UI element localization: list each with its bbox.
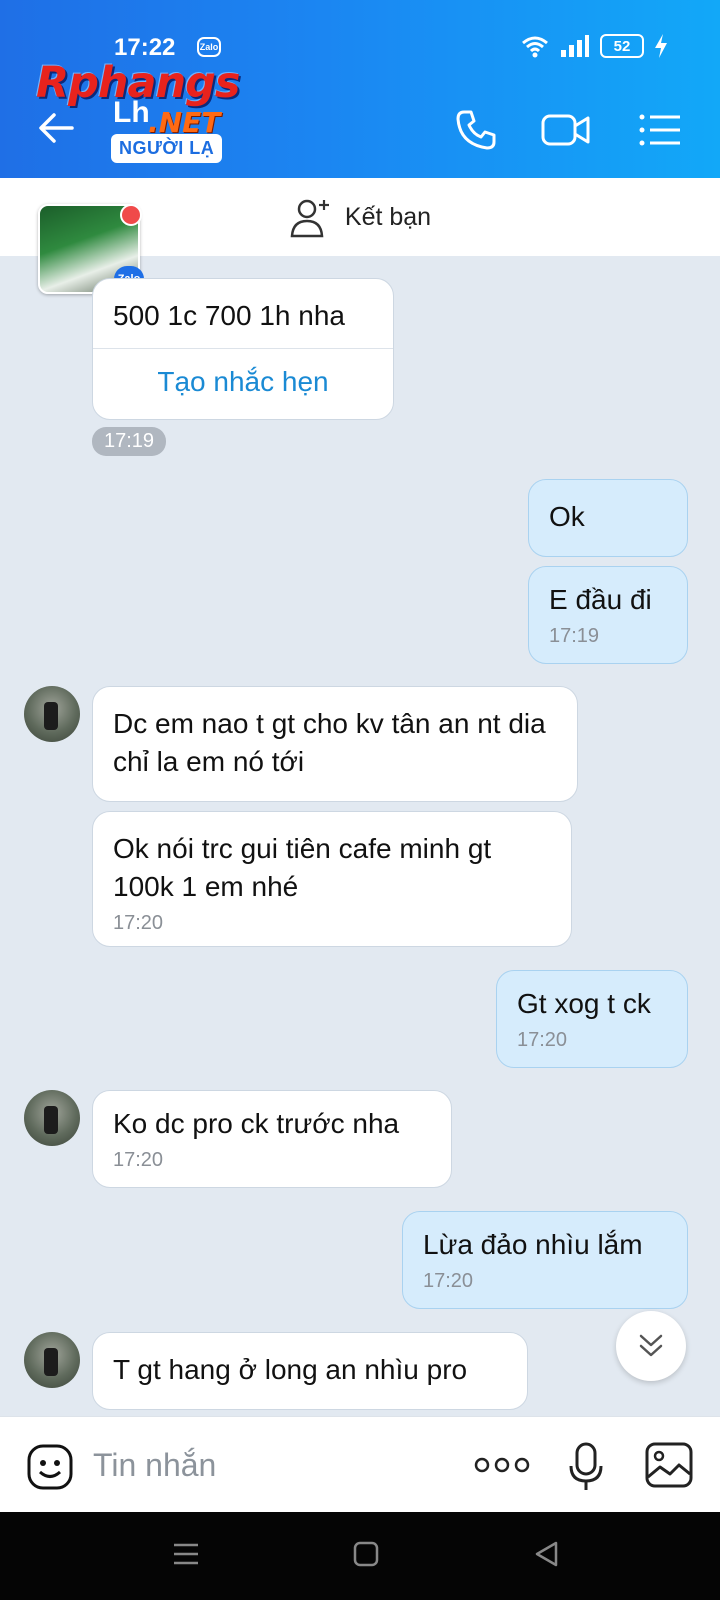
message-time: 17:20	[423, 1270, 474, 1292]
add-friend-label: Kết bạn	[344, 202, 432, 231]
message-bubble-outgoing[interactable]: Ok	[528, 479, 688, 557]
battery-indicator: 52	[600, 34, 644, 58]
recent-apps-icon[interactable]	[172, 1540, 200, 1568]
message-bubble-outgoing[interactable]: Lừa đảo nhìu lắm 17:20	[402, 1211, 688, 1309]
status-icons: 52	[520, 34, 668, 58]
message-text: Gt xog t ck	[517, 988, 651, 1019]
message-text: Lừa đảo nhìu lắm	[423, 1229, 643, 1260]
system-navigation-bar	[0, 1512, 720, 1600]
message-time: 17:20	[113, 912, 164, 934]
microphone-icon[interactable]	[566, 1441, 606, 1493]
sticker-emoji-icon[interactable]	[26, 1443, 74, 1491]
watermark-logo: Rphangs	[36, 58, 241, 108]
message-input[interactable]: Tin nhắn	[93, 1447, 216, 1484]
message-text: E đầu đi	[549, 584, 652, 615]
home-icon[interactable]	[352, 1540, 380, 1568]
zalo-notification-icon: Zalo	[197, 37, 221, 57]
message-input-bar: Tin nhắn	[0, 1416, 720, 1512]
message-bubble-outgoing[interactable]: E đầu đi 17:19	[528, 566, 688, 664]
message-text: 500 1c 700 1h nha	[113, 300, 345, 331]
message-text: Dc em nao t gt cho kv tân an nt dia chỉ …	[113, 708, 546, 777]
message-bubble-incoming[interactable]: Ko dc pro ck trước nha 17:20	[92, 1090, 452, 1188]
back-nav-icon[interactable]	[532, 1540, 560, 1568]
signal-icon	[561, 35, 589, 57]
video-call-icon[interactable]	[540, 106, 592, 154]
create-reminder-button[interactable]: Tạo nhắc hẹn	[93, 349, 393, 401]
divider	[93, 348, 393, 349]
timestamp-chip: 17:19	[92, 427, 167, 456]
message-bubble-outgoing[interactable]: Gt xog t ck 17:20	[496, 970, 688, 1068]
message-bubble-incoming[interactable]: 500 1c 700 1h nha Tạo nhắc hẹn	[92, 278, 394, 420]
message-time: 17:19	[549, 625, 600, 647]
menu-list-icon[interactable]	[636, 106, 684, 154]
message-bubble-incoming[interactable]: Dc em nao t gt cho kv tân an nt dia chỉ …	[92, 686, 578, 802]
message-text: Ok nói trc gui tiên cafe minh gt 100k 1 …	[113, 833, 492, 902]
message-text: Ko dc pro ck trước nha	[113, 1108, 400, 1139]
message-text: Ok	[549, 501, 585, 532]
message-bubble-incoming[interactable]: Ok nói trc gui tiên cafe minh gt 100k 1 …	[92, 811, 572, 947]
notification-dot	[120, 204, 142, 226]
double-chevron-down-icon	[639, 1334, 663, 1357]
stranger-badge: NGƯỜI LẠ	[111, 134, 223, 163]
charging-icon	[655, 34, 667, 58]
add-friend-icon	[290, 199, 329, 238]
phone-icon[interactable]	[452, 106, 500, 154]
message-bubble-incoming[interactable]: T gt hang ở long an nhìu pro	[92, 1332, 528, 1410]
message-time: 17:20	[517, 1029, 568, 1051]
chat-header: 17:22 Zalo 52 Lh Rphangs .NET NGƯỜI LẠ	[0, 0, 720, 178]
back-arrow-icon[interactable]	[34, 106, 78, 150]
message-time: 17:20	[113, 1149, 164, 1171]
more-options-icon[interactable]	[474, 1455, 530, 1475]
message-text: T gt hang ở long an nhìu pro	[113, 1354, 468, 1385]
wifi-icon	[522, 36, 548, 58]
sender-avatar[interactable]	[24, 686, 80, 742]
scroll-to-bottom-button[interactable]	[616, 1311, 686, 1381]
sender-avatar[interactable]	[24, 1090, 80, 1146]
image-gallery-icon[interactable]	[644, 1441, 694, 1489]
sender-avatar[interactable]	[24, 1332, 80, 1388]
